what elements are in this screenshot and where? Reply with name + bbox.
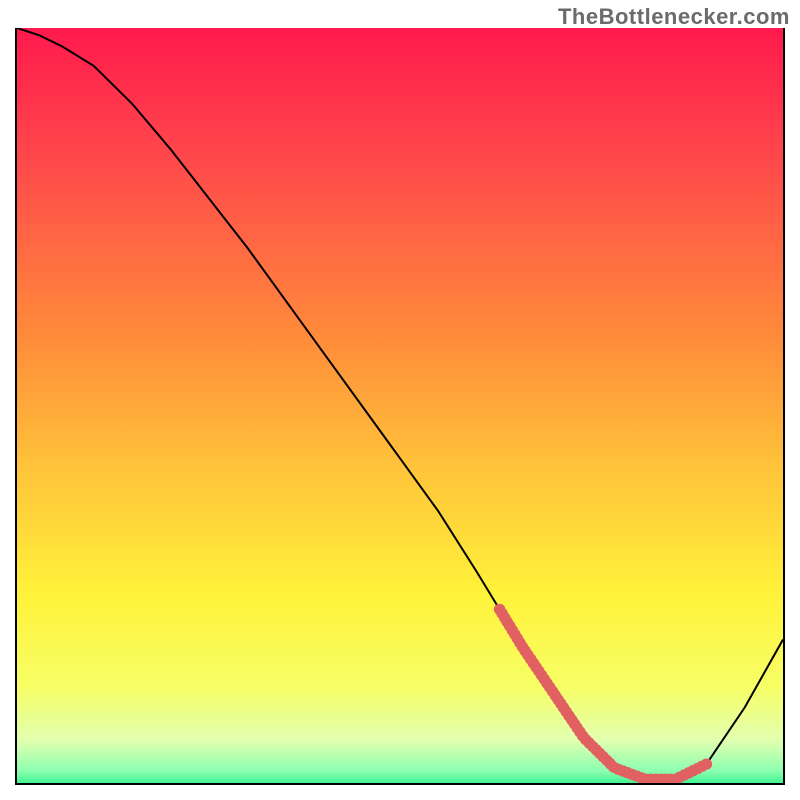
attribution-label: TheBottlenecker.com [558,4,790,30]
y-axis-left [15,28,17,785]
y-axis-right [783,28,785,785]
x-axis [17,783,783,785]
chart-curve [17,28,783,783]
highlight-dot-band [494,604,712,783]
main-curve-line [17,28,783,779]
highlight-dot [701,758,712,769]
chart-canvas: TheBottlenecker.com [0,0,800,800]
plot-area [17,28,783,783]
